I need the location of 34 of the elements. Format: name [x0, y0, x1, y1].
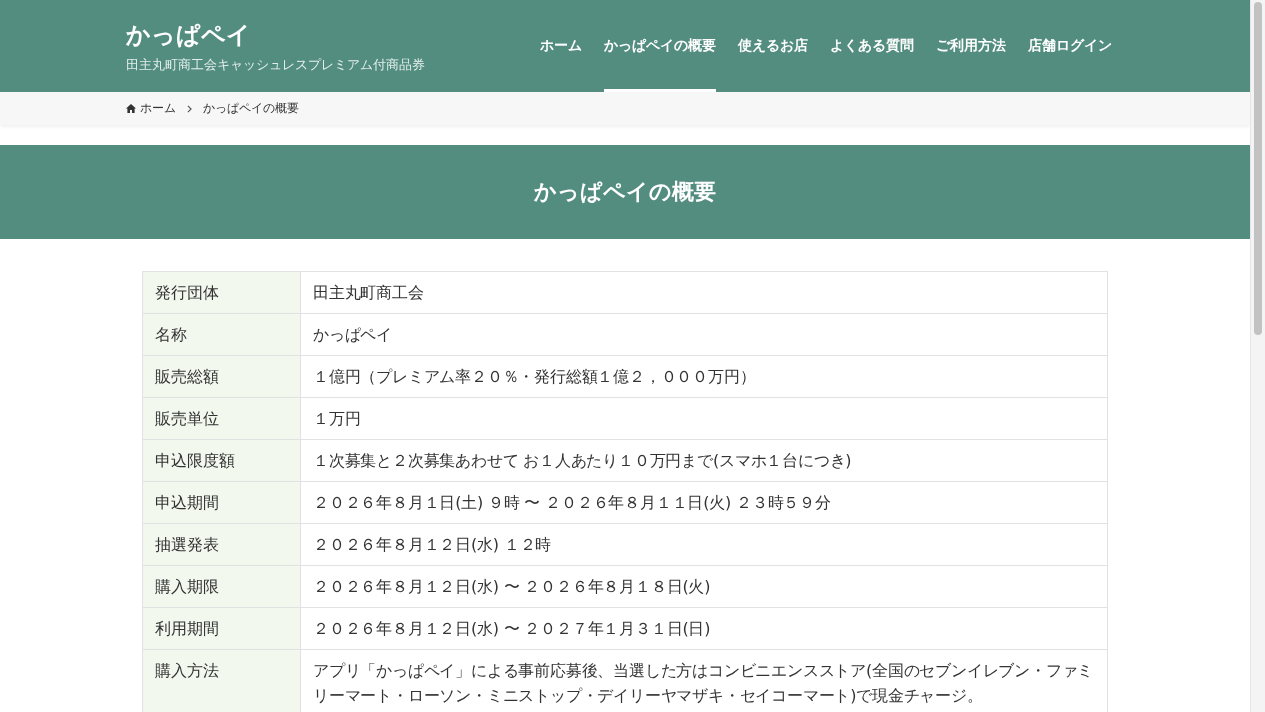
table-cell: １億円（プレミアム率２０％・発行総額１億２，０００万円） — [300, 355, 1108, 398]
table-cell: ２０２６年８月１２日(水) １２時 — [300, 523, 1108, 566]
table-header-cell: 発行団体 — [142, 271, 301, 314]
scrollbar[interactable] — [1250, 0, 1265, 712]
table-cell: アプリ「かっぱペイ」による事前応募後、当選した方はコンビニエンスストア(全国のセブンイレブン・ファミリーマート・ローソン・ミニストップ・デイリーヤマザキ・セイコーマート)で現金チャージ。 — [300, 649, 1108, 712]
table-cell: かっぱペイ — [300, 313, 1108, 356]
nav-link[interactable]: 店舗ログイン — [1028, 0, 1112, 92]
table-cell: ２０２６年８月１日(土) ９時 〜 ２０２６年８月１１日(火) ２３時５９分 — [300, 481, 1108, 524]
site-title[interactable]: かっぱペイ — [126, 20, 251, 50]
page-title: かっぱペイの概要 — [534, 178, 716, 206]
table-header-cell: 購入期限 — [142, 565, 301, 608]
site-tagline: 田主丸町商工会キャッシュレスプレミアム付商品券 — [126, 56, 425, 74]
table-cell: １次募集と２次募集あわせて お１人あたり１０万円まで(スマホ１台につき) — [300, 439, 1108, 482]
nav-link[interactable]: ホーム — [540, 0, 582, 92]
table-cell: １万円 — [300, 397, 1108, 440]
breadcrumb-current: かっぱペイの概要 — [203, 100, 299, 117]
home-icon — [126, 104, 136, 113]
table-header-cell: 利用期間 — [142, 607, 301, 650]
table-header-cell: 名称 — [142, 313, 301, 356]
table-header-cell: 販売総額 — [142, 355, 301, 398]
table-header-cell: 申込限度額 — [142, 439, 301, 482]
nav-link[interactable]: ご利用方法 — [936, 0, 1006, 92]
breadcrumb-link[interactable]: ホーム — [126, 100, 176, 117]
scrollbar-thumb[interactable] — [1254, 2, 1262, 335]
table-header-cell: 抽選発表 — [142, 523, 301, 566]
table-cell: ２０２６年８月１２日(水) 〜 ２０２６年８月１８日(火) — [300, 565, 1108, 608]
nav-link[interactable]: よくある質問 — [830, 0, 914, 92]
table-cell: ２０２６年８月１２日(水) 〜 ２０２７年１月３１日(日) — [300, 607, 1108, 650]
table-header-cell: 販売単位 — [142, 397, 301, 440]
nav-link[interactable]: 使えるお店 — [738, 0, 808, 92]
chevron-right-icon — [187, 104, 192, 113]
table-cell: 田主丸町商工会 — [300, 271, 1108, 314]
table-header-cell: 申込期間 — [142, 481, 301, 524]
table-header-cell: 購入方法 — [142, 649, 301, 712]
